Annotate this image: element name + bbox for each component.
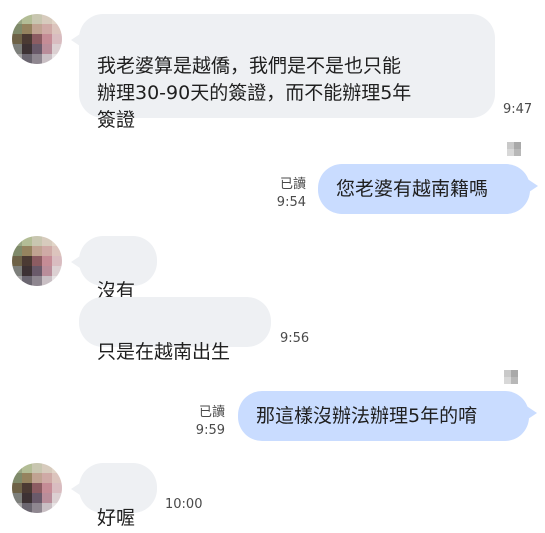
incoming-message-bubble[interactable]: 沒有 bbox=[71, 236, 157, 302]
message-text: 我老婆算是越僑，我們是不是也只能 辦理30-90天的簽證，而不能辦理5年 簽證 bbox=[97, 55, 412, 131]
read-receipt-avatar bbox=[507, 142, 521, 156]
message-time: 9:59 bbox=[195, 423, 225, 438]
message-time: 10:00 bbox=[165, 497, 203, 512]
outgoing-message-bubble[interactable]: 您老婆有越南籍嗎 bbox=[318, 164, 538, 214]
message-time: 9:47 bbox=[503, 102, 533, 117]
message-text: 只是在越南出生 bbox=[97, 341, 231, 363]
message-text: 您老婆有越南籍嗎 bbox=[336, 178, 489, 200]
message-meta: 已讀 9:59 bbox=[183, 404, 225, 440]
contact-avatar[interactable] bbox=[12, 14, 62, 64]
contact-avatar[interactable] bbox=[12, 236, 62, 286]
message-text: 那這樣沒辦法辦理5年的唷 bbox=[256, 405, 478, 427]
incoming-message-bubble[interactable]: 好喔 bbox=[71, 463, 157, 529]
message-text: 好喔 bbox=[97, 507, 136, 529]
message-meta: 已讀 9:54 bbox=[264, 176, 306, 212]
chat-view: 我老婆算是越僑，我們是不是也只能 辦理30-90天的簽證，而不能辦理5年 簽證 … bbox=[0, 0, 545, 529]
outgoing-message-bubble[interactable]: 那這樣沒辦法辦理5年的唷 bbox=[238, 391, 537, 441]
incoming-message-bubble[interactable]: 我老婆算是越僑，我們是不是也只能 辦理30-90天的簽證，而不能辦理5年 簽證 bbox=[71, 14, 495, 131]
read-status: 已讀 bbox=[279, 177, 306, 192]
read-receipt-avatar bbox=[504, 370, 518, 384]
message-time: 9:56 bbox=[280, 331, 310, 346]
contact-avatar[interactable] bbox=[12, 463, 62, 513]
read-status: 已讀 bbox=[198, 405, 225, 420]
message-time: 9:54 bbox=[276, 195, 306, 210]
incoming-message-bubble[interactable]: 只是在越南出生 bbox=[79, 297, 271, 363]
